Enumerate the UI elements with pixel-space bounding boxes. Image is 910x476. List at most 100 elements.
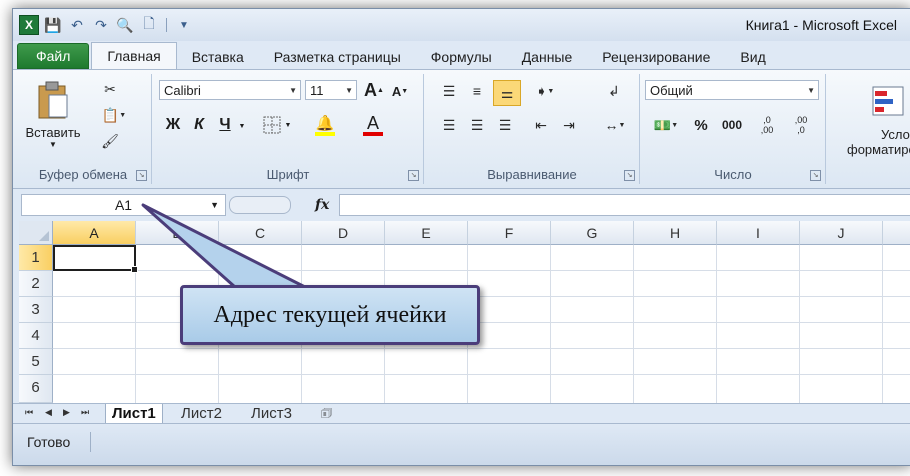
next-sheet-icon[interactable]: ▶ [63,407,70,418]
gridline [53,270,910,271]
gridline [633,245,634,403]
merge-center-icon[interactable]: ↔ ▼ [597,114,633,136]
excel-logo-icon[interactable]: X [19,15,39,35]
sheet-tabs-bar: ⏮ ◀ ▶ ⏭ Лист1 Лист2 Лист3 🗊 [13,403,910,424]
conditional-formatting-button[interactable]: Услов форматиро [835,76,910,166]
font-color-button[interactable]: A [353,112,393,138]
tab-insert[interactable]: Вставка [177,45,259,69]
callout-box: Адрес текущей ячейки [180,285,480,345]
column-header-g[interactable]: G [551,221,634,245]
print-preview-icon[interactable]: 🔍 [115,15,135,35]
align-middle-icon[interactable]: ≡ [465,80,489,102]
name-box-dropdown-icon[interactable]: ▼ [210,195,219,215]
row-header-5[interactable]: 5 [19,349,53,375]
column-header-f[interactable]: F [468,221,551,245]
align-bottom-icon[interactable]: ⚌ [493,80,521,106]
save-icon[interactable]: 💾 [43,15,63,35]
row-header-6[interactable]: 6 [19,375,53,403]
format-painter-icon[interactable]: 🖌 [99,130,121,152]
first-sheet-icon[interactable]: ⏮ [25,407,33,418]
prev-sheet-icon[interactable]: ◀ [45,407,52,418]
undo-icon[interactable]: ↶ [67,15,87,35]
ribbon: Вставить ▼ ✂ 📋 ▼ 🖌 Буфер обмена ↘ Calibri… [13,69,910,189]
redo-icon[interactable]: ↷ [91,15,111,35]
conditional-formatting-label-line2: форматиро [847,142,910,157]
currency-format-icon[interactable]: 💵 ▼ [647,114,685,136]
number-launcher-icon[interactable]: ↘ [810,170,821,181]
wrap-text-icon[interactable]: ↲ [601,80,627,102]
column-header-c[interactable]: C [219,221,302,245]
percent-button[interactable]: % [691,114,711,136]
borders-button[interactable]: ▼ [257,114,297,136]
orientation-icon[interactable]: ➧ ▼ [529,80,561,102]
column-header-partial[interactable] [883,221,910,245]
cut-icon[interactable]: ✂ [99,78,121,100]
row-header-4[interactable]: 4 [19,323,53,349]
new-icon[interactable]: 🗋 [139,15,159,35]
tab-data[interactable]: Данные [507,45,588,69]
font-name-value: Calibri [164,83,201,98]
bold-button[interactable]: Ж [163,114,183,136]
align-top-icon[interactable]: ☰ [437,80,461,102]
tab-review[interactable]: Рецензирование [587,45,725,69]
active-cell[interactable] [53,245,138,273]
increase-indent-icon[interactable]: ⇥ [557,114,581,136]
font-name-dropdown-icon[interactable]: ▼ [289,81,297,101]
column-header-d[interactable]: D [302,221,385,245]
align-right-icon[interactable]: ☰ [493,114,517,136]
row-header-2[interactable]: 2 [19,271,53,297]
align-center-icon[interactable]: ☰ [465,114,489,136]
tab-home[interactable]: Главная [91,42,177,70]
number-format-box[interactable]: Общий ▼ [645,80,819,100]
sheet-tab-3[interactable]: Лист3 [245,404,298,423]
copy-icon[interactable]: 📋 ▼ [99,104,129,126]
clipboard-launcher-icon[interactable]: ↘ [136,170,147,181]
thousands-button[interactable]: 000 [717,114,747,136]
alignment-group: ☰ ≡ ⚌ ➧ ▼ ↲ ☰ ☰ ☰ ⇤ ⇥ ↔ ▼ Выравнивание ↘ [425,74,640,184]
sheet-tab-2[interactable]: Лист2 [175,404,228,423]
gridline [53,348,910,349]
font-size-box[interactable]: 11 ▼ [305,80,357,100]
sheet-tab-1[interactable]: Лист1 [105,404,163,424]
name-box[interactable]: A1 ▼ [21,194,226,216]
borders-icon [263,116,281,134]
column-header-h[interactable]: H [634,221,717,245]
fill-color-button[interactable]: 🔔 [305,112,345,138]
formula-controls: fx [229,194,339,216]
insert-function-icon[interactable]: fx [315,197,329,213]
customize-icon[interactable]: ▼ [174,15,194,35]
font-launcher-icon[interactable]: ↘ [408,170,419,181]
row-header-3[interactable]: 3 [19,297,53,323]
column-header-j[interactable]: J [800,221,883,245]
formula-input[interactable] [339,194,910,216]
insert-sheet-icon[interactable]: 🗊 [315,404,338,423]
column-header-a[interactable]: A [53,221,136,245]
increase-decimal-button[interactable]: ,0 ,00 [753,112,781,138]
font-name-box[interactable]: Calibri ▼ [159,80,301,100]
tab-file[interactable]: Файл [17,43,90,69]
tab-view[interactable]: Вид [725,45,780,69]
gridline [882,245,883,403]
tab-formulas[interactable]: Формулы [416,45,507,69]
column-header-i[interactable]: I [717,221,800,245]
font-size-dropdown-icon[interactable]: ▼ [345,81,353,101]
italic-button[interactable]: К [189,114,209,136]
column-header-e[interactable]: E [385,221,468,245]
underline-button[interactable]: Ч [215,114,235,136]
formula-splitter-handle[interactable] [229,196,291,214]
shrink-font-button[interactable]: A ▼ [389,82,411,100]
decrease-decimal-button[interactable]: ,00 ,0 [787,112,815,138]
last-sheet-icon[interactable]: ⏭ [81,407,89,418]
grow-font-button[interactable]: A ▲ [363,80,385,100]
paste-button[interactable]: Вставить ▼ [23,76,83,154]
align-left-icon[interactable]: ☰ [437,114,461,136]
number-format-dropdown-icon[interactable]: ▼ [807,81,815,101]
alignment-launcher-icon[interactable]: ↘ [624,170,635,181]
decrease-indent-icon[interactable]: ⇤ [529,114,553,136]
tab-page-layout[interactable]: Разметка страницы [259,45,416,69]
select-all-button[interactable] [19,221,53,245]
row-header-1[interactable]: 1 [19,245,53,271]
column-header-b[interactable]: B [136,221,219,245]
underline-dropdown-icon[interactable]: ▼ [237,118,247,134]
formula-bar: A1 ▼ fx [13,189,910,219]
